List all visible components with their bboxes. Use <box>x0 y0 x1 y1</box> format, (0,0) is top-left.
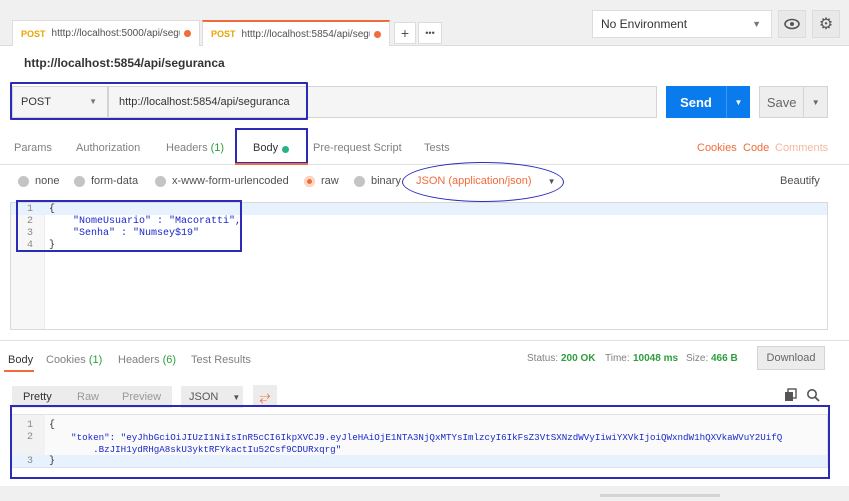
tab-pre-request-script[interactable]: Pre-request Script <box>313 142 402 154</box>
response-headers-label: Headers <box>118 354 160 366</box>
send-label: Send <box>680 94 712 110</box>
view-pretty[interactable]: Pretty <box>23 391 52 403</box>
radio-none-label: none <box>35 175 60 187</box>
response-headers-count: (6) <box>162 354 177 366</box>
time-value: 10048 ms <box>633 353 679 364</box>
request-body-highlight-box <box>16 200 242 252</box>
radio-raw[interactable]: raw <box>304 175 339 187</box>
search-button[interactable] <box>806 388 820 402</box>
save-button[interactable]: Save ▼ <box>759 86 828 118</box>
radio-urlencoded-label: x-www-form-urlencoded <box>172 175 289 187</box>
divider <box>0 340 849 341</box>
active-tab-underline <box>4 370 34 372</box>
status-label: Status: <box>527 353 559 364</box>
quick-look-button[interactable] <box>778 10 806 38</box>
tab-headers-label: Headers <box>166 142 208 154</box>
tab-body[interactable]: Body <box>235 128 308 165</box>
radio-urlencoded[interactable]: x-www-form-urlencoded <box>155 175 289 187</box>
radio-raw-label: raw <box>321 175 339 187</box>
request-tab-1[interactable]: POST htttp://localhost:5000/api/seguranç… <box>12 20 200 46</box>
wrap-lines-button[interactable]: ⥂ <box>253 385 277 407</box>
view-preview[interactable]: Preview <box>122 391 161 403</box>
cookies-link[interactable]: Cookies <box>697 142 737 154</box>
response-cookies-label: Cookies <box>46 354 86 366</box>
body-active-dot-icon <box>282 146 289 153</box>
response-body-highlight-box <box>10 405 830 479</box>
download-button[interactable]: Download <box>757 346 825 370</box>
url-highlight-box <box>10 82 308 120</box>
radio-form-data-label: form-data <box>91 175 139 187</box>
size-label: Size: <box>686 353 709 364</box>
code-link[interactable]: Code <box>743 142 769 154</box>
chevron-down-icon: ▼ <box>232 392 241 402</box>
unsaved-dot-icon <box>184 30 191 37</box>
headers-count: (1) <box>210 142 225 154</box>
search-icon <box>807 389 820 402</box>
response-tab-test-results[interactable]: Test Results <box>191 354 251 366</box>
plus-icon: + <box>400 25 410 41</box>
more-tabs-button[interactable]: ••• <box>418 22 442 44</box>
format-label: JSON <box>189 391 219 403</box>
save-label: Save <box>766 94 797 110</box>
gear-icon: ⚙ <box>818 16 834 33</box>
add-tab-button[interactable]: + <box>394 22 416 44</box>
radio-form-data[interactable]: form-data <box>74 175 138 187</box>
send-button[interactable]: Send ▼ <box>666 86 750 118</box>
horizontal-scrollbar[interactable] <box>600 494 720 497</box>
active-tab-underline <box>235 163 308 165</box>
wrap-icon: ⥂ <box>259 387 271 404</box>
tab-body-label: Body <box>253 142 279 154</box>
settings-button[interactable]: ⚙ <box>812 10 840 38</box>
tab-headers[interactable]: Headers (1) <box>166 142 224 154</box>
beautify-link[interactable]: Beautify <box>780 175 820 187</box>
comments-link[interactable]: Comments <box>775 142 828 154</box>
time-label: Time: <box>605 353 630 364</box>
response-cookies-count: (1) <box>88 354 103 366</box>
tab-method-label: POST <box>21 28 46 39</box>
copy-button[interactable] <box>784 388 798 402</box>
radio-binary[interactable]: binary <box>354 175 401 187</box>
chevron-down-icon: ▼ <box>752 19 761 29</box>
send-dropdown-icon[interactable]: ▼ <box>726 86 750 118</box>
tab-method-label: POST <box>211 29 236 39</box>
request-tab-2[interactable]: POST htttp://localhost:5854/api/seguranç… <box>202 20 390 46</box>
eye-icon <box>784 18 800 30</box>
view-raw[interactable]: Raw <box>77 391 99 403</box>
content-type-highlight-ellipse <box>402 162 564 202</box>
tab-params[interactable]: Params <box>14 142 52 154</box>
response-tab-cookies[interactable]: Cookies (1) <box>46 354 102 366</box>
radio-binary-label: binary <box>371 175 401 187</box>
tab-tests[interactable]: Tests <box>424 142 450 154</box>
status-bar <box>0 486 849 501</box>
environment-select[interactable]: No Environment ▼ <box>592 10 772 38</box>
unsaved-dot-icon <box>374 30 381 38</box>
tab-authorization[interactable]: Authorization <box>76 142 140 154</box>
radio-icon <box>74 175 85 187</box>
tab-url-label: htttp://localhost:5854/api/segurança <box>241 28 371 40</box>
response-tab-body[interactable]: Body <box>8 354 33 366</box>
radio-none[interactable]: none <box>18 175 59 187</box>
status-value: 200 OK <box>561 353 596 364</box>
radio-icon <box>155 175 166 187</box>
radio-selected-icon <box>304 175 315 187</box>
more-icon: ••• <box>425 28 435 38</box>
radio-icon <box>354 175 365 187</box>
copy-icon <box>785 388 797 401</box>
request-title: http://localhost:5854/api/seguranca <box>24 56 225 70</box>
radio-icon <box>18 175 29 187</box>
environment-label: No Environment <box>601 17 688 31</box>
tab-url-label: htttp://localhost:5000/api/segurança <box>51 28 181 39</box>
size-value: 466 B <box>711 353 738 364</box>
save-dropdown-icon[interactable]: ▼ <box>803 87 827 117</box>
response-tab-headers[interactable]: Headers (6) <box>118 354 176 366</box>
